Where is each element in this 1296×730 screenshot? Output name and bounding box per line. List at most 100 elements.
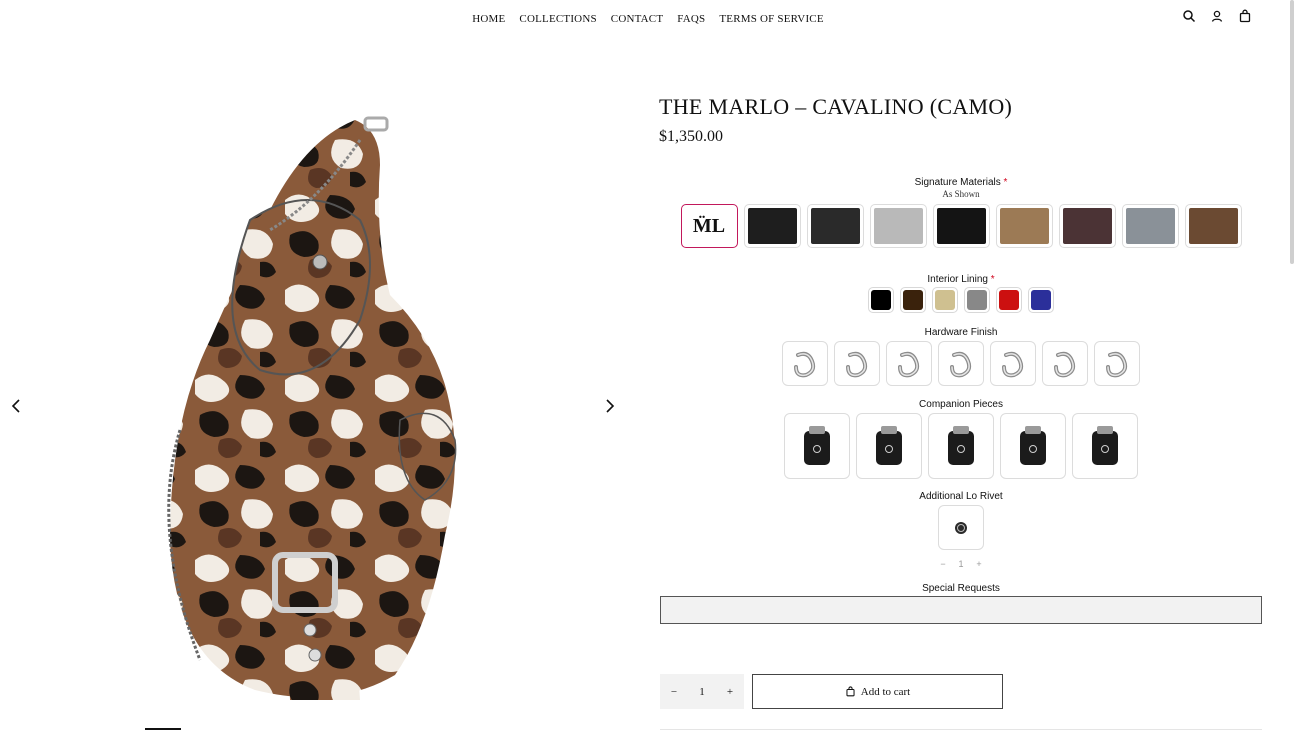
material-swatch-grey-snake[interactable] (869, 204, 927, 248)
material-swatch-as-shown-logo[interactable]: M̈L (680, 204, 738, 248)
lining-swatch-brown[interactable] (900, 287, 926, 313)
chevron-left-icon[interactable] (9, 398, 25, 414)
hardware-finish-options (660, 341, 1262, 386)
cart-bag-icon (846, 686, 855, 697)
rivet-quantity-stepper: − 1 + (934, 555, 988, 572)
material-swatch-tan-suede[interactable] (995, 204, 1053, 248)
companion-icon (948, 426, 974, 465)
quantity-minus[interactable]: − (664, 686, 684, 698)
main-navigation: HOME COLLECTIONS CONTACT FAQS TERMS OF S… (0, 9, 1296, 27)
hardware-3-charm[interactable] (938, 341, 984, 386)
header-icons (1182, 9, 1252, 23)
hardware-icon (846, 351, 868, 377)
product-price: $1,350.00 (659, 128, 723, 145)
search-icon[interactable] (1182, 9, 1196, 23)
companion-lighter-case[interactable] (856, 413, 922, 479)
companion-icon (1020, 426, 1046, 465)
material-swatch-camo-pony[interactable] (1184, 204, 1242, 248)
hardware-b-charm[interactable] (782, 341, 828, 386)
hardware-icon (1054, 351, 1076, 377)
page-scrollbar[interactable] (1290, 0, 1294, 264)
companion-jar-pouch[interactable] (1000, 413, 1066, 479)
companion-card-wallet[interactable] (1072, 413, 1138, 479)
hardware-shackle[interactable] (990, 341, 1036, 386)
hardware-icon (794, 351, 816, 377)
material-swatch-image (936, 208, 986, 244)
lining-color (1031, 290, 1051, 310)
nav-terms[interactable]: TERMS OF SERVICE (719, 13, 823, 25)
lining-color (871, 290, 891, 310)
account-icon[interactable] (1210, 9, 1224, 23)
hardware-icon (950, 351, 972, 377)
material-swatch-image (1062, 208, 1112, 244)
companion-icon (1092, 426, 1118, 465)
companion-pieces-options (660, 413, 1262, 479)
add-to-cart-button[interactable]: Add to cart (752, 674, 1003, 709)
material-swatch-image (1125, 208, 1175, 244)
interior-lining-options (660, 287, 1262, 313)
material-swatch-black-leather-1[interactable] (743, 204, 801, 248)
nav-faqs[interactable]: FAQS (677, 13, 705, 25)
companion-flask-pouch[interactable] (784, 413, 850, 479)
material-swatch-image (873, 208, 923, 244)
nav-home[interactable]: HOME (472, 13, 505, 25)
hardware-icon (1106, 351, 1128, 377)
material-swatch-image: M̈L (684, 208, 734, 244)
signature-materials-label: Signature Materials * (914, 177, 1008, 188)
brand-logo: M̈L (692, 214, 726, 237)
hardware-finish-label: Hardware Finish (924, 327, 998, 338)
companion-icon (876, 426, 902, 465)
hardware-b-chunky[interactable] (834, 341, 880, 386)
lining-swatch-blue[interactable] (1028, 287, 1054, 313)
companion-key-holder[interactable] (928, 413, 994, 479)
companion-icon (804, 426, 830, 465)
special-requests-label: Special Requests (922, 583, 1000, 594)
signature-materials-selected: As Shown (942, 189, 980, 199)
rivet-option[interactable] (938, 505, 984, 550)
hardware-icon (898, 351, 920, 377)
rivet-qty-minus[interactable]: − (934, 559, 952, 569)
product-gallery (0, 80, 630, 730)
required-mark: * (990, 274, 995, 285)
hardware-s-twist[interactable] (886, 341, 932, 386)
material-swatch-image (999, 208, 1049, 244)
product-title: THE MARLO – CAVALINO (CAMO) (659, 94, 1013, 119)
required-mark: * (1003, 177, 1008, 188)
material-swatch-grey-felt[interactable] (1121, 204, 1179, 248)
lining-color (935, 290, 955, 310)
material-swatch-dark-brown[interactable] (1058, 204, 1116, 248)
material-swatch-black-pebbled[interactable] (806, 204, 864, 248)
material-swatch-image (810, 208, 860, 244)
lining-swatch-grey[interactable] (964, 287, 990, 313)
lining-swatch-beige[interactable] (932, 287, 958, 313)
quantity-value[interactable]: 1 (692, 686, 712, 698)
rivet-qty-value[interactable]: 1 (952, 559, 970, 569)
signature-materials-options: M̈L (660, 204, 1262, 248)
material-swatch-black-satin[interactable] (932, 204, 990, 248)
special-requests-input[interactable] (660, 596, 1262, 624)
material-swatch-image (747, 208, 797, 244)
hardware-ring[interactable] (1042, 341, 1088, 386)
cart-bag-icon[interactable] (1238, 9, 1252, 23)
lining-color (967, 290, 987, 310)
lining-color (999, 290, 1019, 310)
rivet-qty-plus[interactable]: + (970, 559, 988, 569)
nav-contact[interactable]: CONTACT (611, 13, 663, 25)
lining-swatch-red[interactable] (996, 287, 1022, 313)
lining-swatch-black[interactable] (868, 287, 894, 313)
rivet-icon (955, 521, 967, 534)
hardware-hook-charm[interactable] (1094, 341, 1140, 386)
lining-color (903, 290, 923, 310)
companion-pieces-label: Companion Pieces (919, 399, 1003, 410)
additional-rivet-label: Additional Lo Rivet (919, 491, 1003, 502)
quantity-plus[interactable]: + (720, 686, 740, 698)
additional-rivet-options (660, 505, 1262, 550)
product-image[interactable] (100, 100, 490, 700)
nav-collections[interactable]: COLLECTIONS (519, 13, 596, 25)
add-to-cart-label: Add to cart (860, 685, 911, 698)
hardware-icon (1002, 351, 1024, 377)
interior-lining-label: Interior Lining * (927, 274, 995, 285)
chevron-right-icon[interactable] (601, 398, 617, 414)
quantity-stepper: − 1 + (660, 674, 744, 709)
material-swatch-image (1188, 208, 1238, 244)
